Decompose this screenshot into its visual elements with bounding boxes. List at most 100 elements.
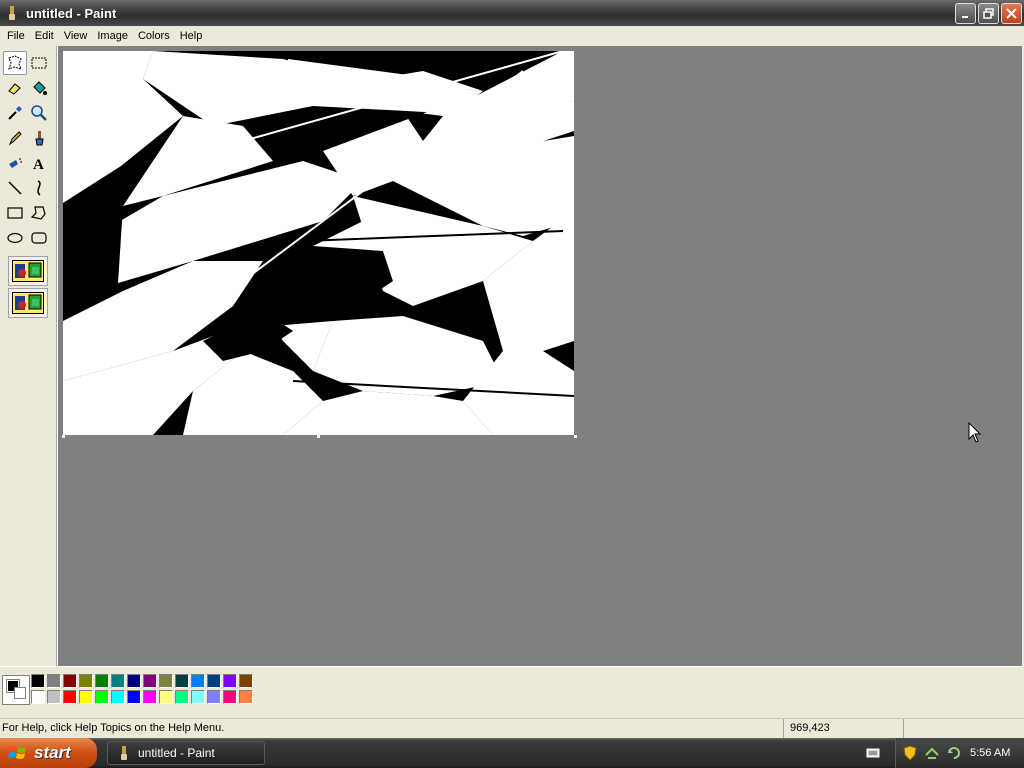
select-icon [31,57,47,69]
palette-color-swatch[interactable] [47,690,61,704]
keyboard-icon[interactable] [866,746,880,760]
tool-box: A [0,46,57,666]
eraser-icon [8,83,21,95]
resize-handle-bottom-right[interactable] [574,435,577,438]
system-tray: 5:56 AM [895,738,1024,768]
start-button[interactable]: start [0,738,97,768]
palette-color-swatch[interactable] [207,674,221,688]
tool-magnifier[interactable] [27,101,51,125]
palette-color-swatch[interactable] [63,690,77,704]
status-bar: For Help, click Help Topics on the Help … [0,718,1024,738]
windows-logo-icon [8,746,26,759]
palette-color-swatch[interactable] [159,674,173,688]
palette-color-swatch[interactable] [63,674,77,688]
resize-handle-right[interactable] [574,242,577,245]
tool-airbrush[interactable] [3,151,27,175]
airbrush-icon [9,158,22,168]
taskbar-button-paint[interactable]: untitled - Paint [107,741,265,765]
palette-color-swatch[interactable] [95,690,109,704]
menu-colors[interactable]: Colors [133,30,175,42]
tool-brush[interactable] [27,126,51,150]
tool-pick-color[interactable] [3,101,27,125]
palette-color-swatch[interactable] [111,690,125,704]
palette-color-swatch[interactable] [191,674,205,688]
tool-free-form-select[interactable] [3,51,27,75]
palette-color-swatch[interactable] [191,690,205,704]
tool-text[interactable]: A [27,151,51,175]
restore-icon [983,8,994,19]
palette-color-swatch[interactable] [79,674,93,688]
tool-ellipse[interactable] [3,226,27,250]
tool-select[interactable] [27,51,51,75]
palette-color-swatch[interactable] [175,674,189,688]
brush-icon [35,131,44,146]
close-icon [1006,8,1017,19]
menu-edit[interactable]: Edit [30,30,59,42]
mouse-cursor-icon [968,422,982,443]
tool-line[interactable] [3,176,27,200]
svg-text:A: A [33,157,44,172]
tool-pencil[interactable] [3,126,27,150]
resize-handle-bottom[interactable] [317,435,320,438]
tool-polygon[interactable] [27,201,51,225]
menu-view[interactable]: View [59,30,93,42]
tool-eraser[interactable] [3,76,27,100]
palette-color-swatch[interactable] [127,674,141,688]
tool-options-opaque[interactable] [8,256,48,286]
tool-rectangle[interactable] [3,201,27,225]
pencil-icon [8,131,22,146]
palette-color-swatch[interactable] [223,690,237,704]
opaque-shapes-icon [15,262,42,278]
network-icon[interactable] [924,745,940,761]
palette-color-swatch[interactable] [175,690,189,704]
clock[interactable]: 5:56 AM [970,747,1010,759]
security-shield-icon[interactable] [902,745,918,761]
palette-color-swatch[interactable] [31,690,45,704]
ellipse-icon [7,232,23,244]
pick-color-icon [8,106,22,120]
palette-color-swatch[interactable] [159,690,173,704]
menu-image[interactable]: Image [92,30,133,42]
polygon-icon [30,206,46,220]
palette-color-swatch[interactable] [143,674,157,688]
palette-color-swatch[interactable] [95,674,109,688]
status-selection-size [903,719,1024,738]
canvas-drawing [63,50,575,435]
taskbar-button-label: untitled - Paint [138,746,215,760]
curve-icon [37,180,41,196]
palette-color-swatch[interactable] [239,690,253,704]
text-icon: A [33,157,44,172]
status-help-text: For Help, click Help Topics on the Help … [2,722,225,734]
minimize-button[interactable] [955,3,976,24]
rectangle-icon [7,207,23,219]
line-icon [8,181,22,195]
resize-handle-bottom-left[interactable] [62,435,65,438]
current-colors [2,675,30,705]
tool-fill[interactable] [27,76,51,100]
close-button[interactable] [1001,3,1022,24]
menu-file[interactable]: File [2,30,30,42]
palette-color-swatch[interactable] [143,690,157,704]
restore-button[interactable] [978,3,999,24]
palette-color-swatch[interactable] [239,674,253,688]
tool-options-transparent[interactable] [8,288,48,318]
palette-color-swatch[interactable] [111,674,125,688]
palette-color-swatch[interactable] [223,674,237,688]
palette-color-swatch[interactable] [207,690,221,704]
magnifier-icon [31,105,47,121]
tool-rounded-rectangle[interactable] [27,226,51,250]
paint-app-icon [121,746,127,760]
palette-color-swatch[interactable] [47,674,61,688]
color-palette [0,666,1024,714]
background-color [14,687,26,699]
minimize-icon [961,15,968,18]
drawing-canvas[interactable] [63,50,575,435]
title-bar[interactable]: untitled - Paint [0,0,1024,26]
fill-with-color-icon [33,81,47,95]
palette-color-swatch[interactable] [31,674,45,688]
menu-help[interactable]: Help [175,30,208,42]
tool-curve[interactable] [27,176,51,200]
update-icon[interactable] [946,745,962,761]
palette-color-swatch[interactable] [79,690,93,704]
palette-color-swatch[interactable] [127,690,141,704]
